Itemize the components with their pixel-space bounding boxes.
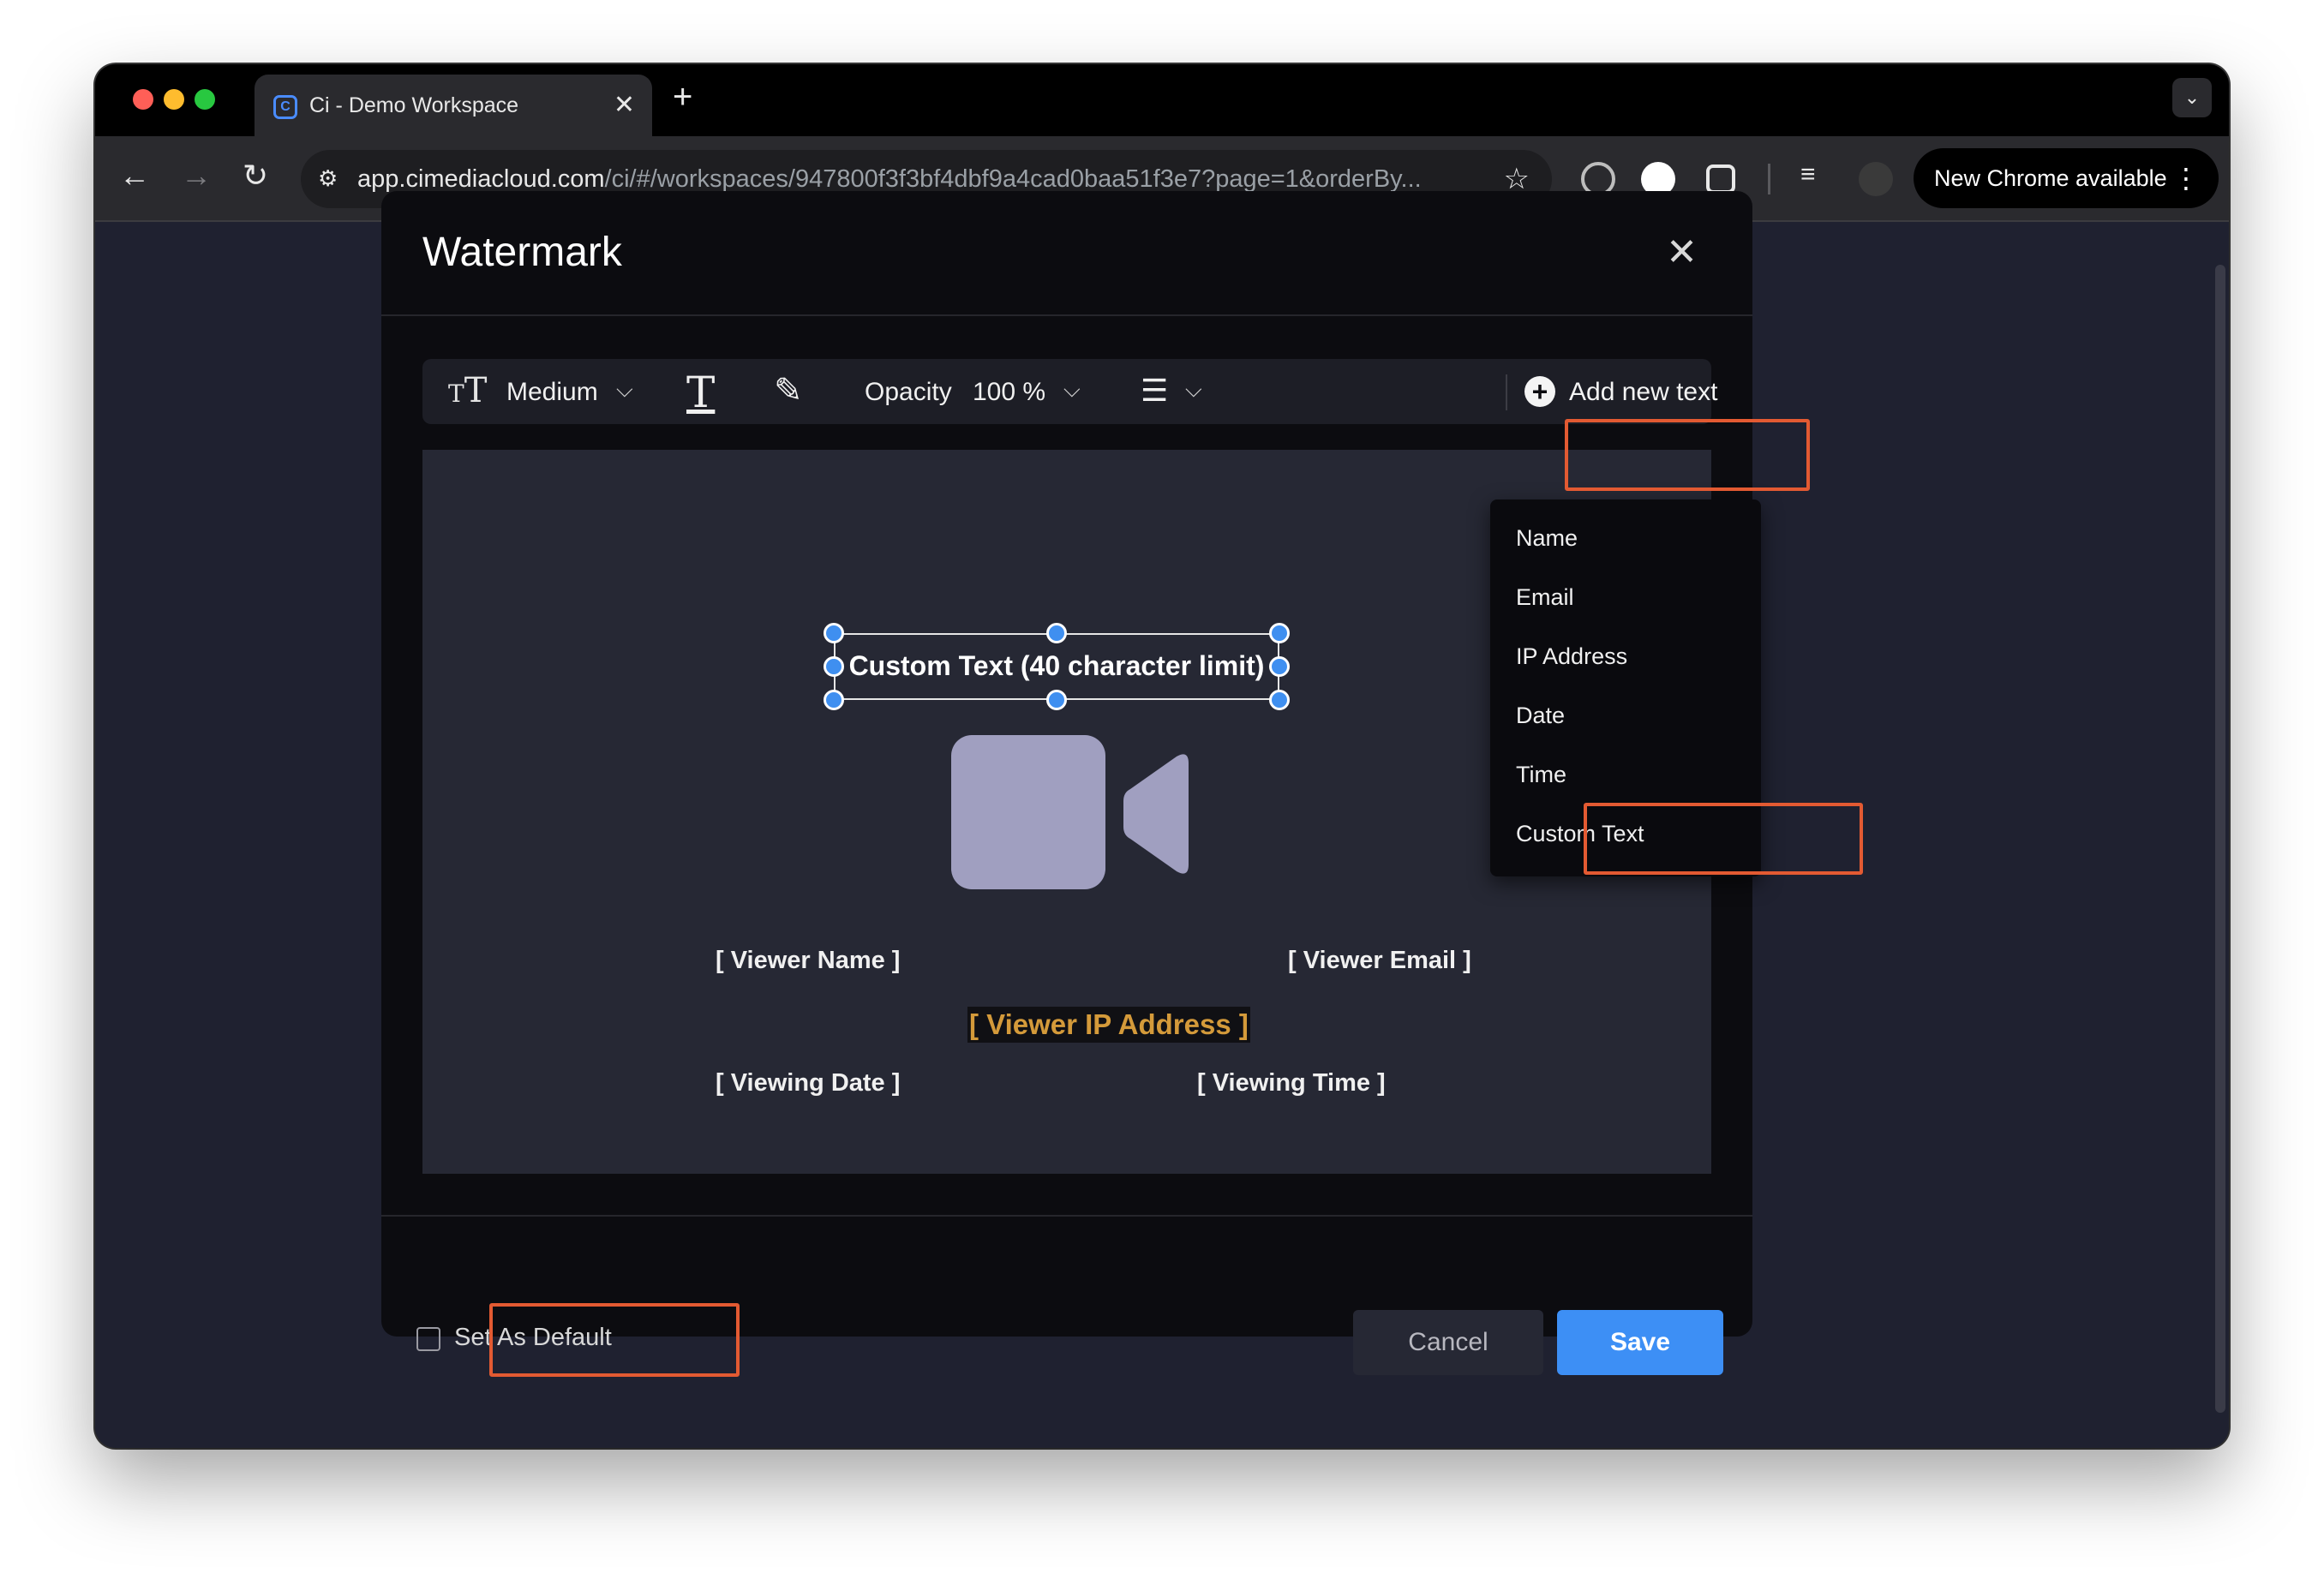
align-left-icon[interactable]: ☰ bbox=[1141, 373, 1168, 409]
toolbar-separator bbox=[1506, 374, 1507, 410]
new-tab-button[interactable]: + bbox=[673, 80, 692, 114]
text-size-select[interactable]: Medium bbox=[506, 378, 598, 407]
plus-circle-icon: + bbox=[1524, 376, 1555, 407]
resize-handle[interactable] bbox=[1269, 623, 1290, 643]
chrome-update-button[interactable]: New Chrome available ⋮ bbox=[1914, 148, 2219, 208]
viewing-date-field[interactable]: [ Viewing Date ] bbox=[716, 1069, 900, 1098]
more-menu-icon[interactable]: ⋮ bbox=[2172, 162, 2200, 194]
resize-handle[interactable] bbox=[824, 690, 844, 710]
video-camera-lens-icon bbox=[1123, 754, 1189, 874]
chevron-down-icon[interactable]: ⌵ bbox=[1063, 376, 1081, 404]
forward-arrow-icon[interactable]: → bbox=[181, 158, 212, 193]
close-icon[interactable]: ✕ bbox=[1666, 230, 1698, 274]
close-window-button[interactable] bbox=[133, 89, 153, 110]
viewer-email-field[interactable]: [ Viewer Email ] bbox=[1288, 947, 1471, 975]
watermark-toolbar: TT Medium ⌵ T ✎ Opacity 100 % ⌵ ☰ ⌵ + Ad… bbox=[422, 359, 1717, 424]
tab-strip: C Ci - Demo Workspace ✕ + ⌄ bbox=[95, 64, 2229, 136]
chevron-down-icon[interactable]: ⌵ bbox=[1185, 376, 1202, 404]
modal-title: Watermark bbox=[422, 230, 622, 275]
media-queue-icon[interactable]: ≡ bbox=[1800, 160, 1835, 194]
dropdown-item-date[interactable]: Date bbox=[1490, 687, 1761, 744]
dropdown-item-custom-text[interactable]: Custom Text bbox=[1490, 805, 1761, 862]
cancel-button[interactable]: Cancel bbox=[1353, 1310, 1543, 1375]
back-arrow-icon[interactable]: ← bbox=[119, 158, 150, 193]
set-default-label[interactable]: Set As Default bbox=[454, 1324, 612, 1352]
save-button[interactable]: Save bbox=[1557, 1310, 1723, 1375]
dropdown-item-name[interactable]: Name bbox=[1490, 510, 1761, 566]
resize-handle[interactable] bbox=[824, 656, 844, 677]
update-chip-label: New Chrome available bbox=[1934, 165, 2167, 191]
custom-text-label[interactable]: Custom Text (40 character limit) bbox=[836, 650, 1278, 682]
dropdown-item-time[interactable]: Time bbox=[1490, 746, 1761, 803]
viewer-ip-field[interactable]: [ Viewer IP Address ] bbox=[967, 1007, 1250, 1043]
toolbar-divider bbox=[1768, 164, 1770, 194]
resize-handle[interactable] bbox=[824, 623, 844, 643]
video-camera-icon bbox=[951, 735, 1105, 889]
watermark-modal: Watermark ✕ TT Medium ⌵ T ✎ Opacity 100 … bbox=[381, 191, 1761, 1375]
minimize-window-button[interactable] bbox=[164, 89, 184, 110]
add-text-dropdown: Name Email IP Address Date Time Custom T… bbox=[1490, 499, 1761, 876]
chevron-down-icon[interactable]: ⌵ bbox=[616, 376, 633, 404]
add-new-text-button[interactable]: + Add new text bbox=[1514, 364, 1717, 419]
tab-close-icon[interactable]: ✕ bbox=[614, 90, 635, 120]
viewer-name-field[interactable]: [ Viewer Name ] bbox=[716, 947, 900, 975]
viewing-time-field[interactable]: [ Viewing Time ] bbox=[1197, 1069, 1386, 1098]
maximize-window-button[interactable] bbox=[195, 89, 215, 110]
opacity-label: Opacity bbox=[865, 378, 952, 406]
browser-tab[interactable]: C Ci - Demo Workspace ✕ bbox=[255, 75, 652, 136]
resize-handle[interactable] bbox=[1046, 623, 1067, 643]
page-scrollbar[interactable] bbox=[2215, 265, 2225, 1413]
resize-handle[interactable] bbox=[1046, 690, 1067, 710]
ci-favicon-icon: C bbox=[273, 95, 297, 119]
resize-handle[interactable] bbox=[1269, 656, 1290, 677]
account-avatar-icon[interactable] bbox=[1859, 162, 1893, 196]
custom-text-element[interactable]: Custom Text (40 character limit) bbox=[824, 623, 1290, 710]
set-default-checkbox[interactable] bbox=[416, 1327, 440, 1351]
url-text[interactable]: app.cimediacloud.com/ci/#/workspaces/947… bbox=[357, 165, 1422, 194]
text-size-icon[interactable]: TT bbox=[448, 371, 487, 410]
resize-handle[interactable] bbox=[1269, 690, 1290, 710]
text-style-icon[interactable]: T bbox=[686, 368, 715, 417]
dropdown-item-email[interactable]: Email bbox=[1490, 569, 1761, 625]
highlighter-icon[interactable]: ✎ bbox=[774, 371, 803, 410]
footer-divider bbox=[381, 1215, 1752, 1217]
reload-icon[interactable]: ↻ bbox=[243, 158, 268, 193]
header-divider bbox=[381, 314, 1752, 316]
opacity-select[interactable]: 100 % bbox=[973, 378, 1045, 407]
add-new-text-label: Add new text bbox=[1569, 378, 1718, 406]
dropdown-item-ip-address[interactable]: IP Address bbox=[1490, 628, 1761, 685]
puzzle-extensions-icon[interactable] bbox=[1706, 164, 1735, 194]
site-info-icon[interactable]: ⚙ bbox=[318, 165, 338, 192]
tab-title: Ci - Demo Workspace bbox=[309, 93, 519, 117]
tab-search-icon[interactable]: ⌄ bbox=[2172, 78, 2212, 117]
